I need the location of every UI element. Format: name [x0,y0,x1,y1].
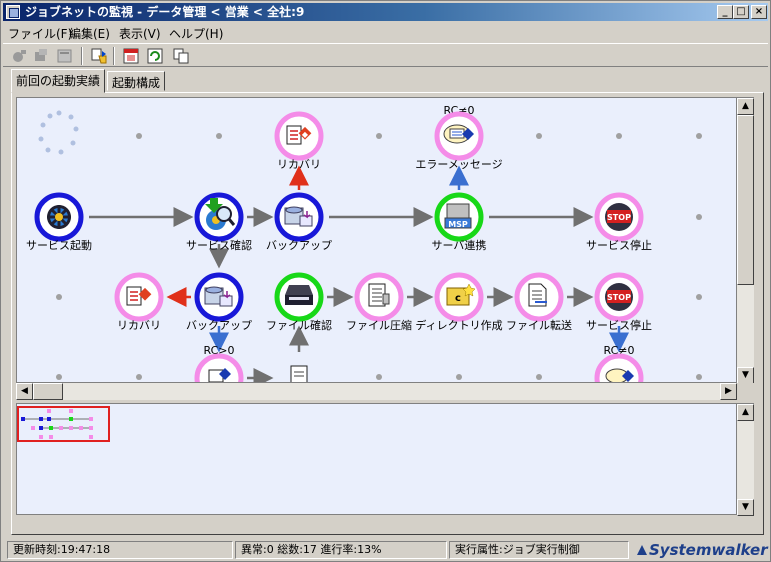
overview-map [17,406,110,442]
svg-text:MSP: MSP [448,220,468,229]
menu-view[interactable]: 表示(V) [119,25,161,42]
stop-icon: STOP [605,283,633,311]
status-counts: 異常:0 総数:17 進行率:13% [235,541,447,559]
tab-previous-run[interactable]: 前回の起動実績 [11,69,106,93]
toolbar-separator [81,47,83,65]
node-label: サービス起動 [26,238,92,252]
svg-text:◆: ◆ [302,130,309,139]
svg-text:STOP: STOP [607,213,631,222]
job-node-partial-document[interactable] [290,365,308,383]
job-node-file-check[interactable]: ファイル確認 [266,272,332,332]
minimize-button[interactable]: _ [717,5,733,19]
node-label: サービス停止 [586,318,652,332]
scroll-corner [737,383,754,400]
canvas-horizontal-scrollbar[interactable]: ◀ ▶ [16,383,737,400]
calendar-icon[interactable] [121,47,141,65]
status-updated-time: 更新時刻:19:47:18 [7,541,233,559]
properties-icon[interactable] [55,47,75,65]
node-label: サービス確認 [186,238,252,252]
job-node-partial-message-1[interactable] [194,353,244,383]
node-label: リカバリ [117,319,161,332]
window-title: ジョブネットの監視 - データ管理 < 営業 < 全社:9 [25,5,305,19]
overview-nodes [21,409,93,439]
job-node-backup-2[interactable]: バックアップ [186,272,252,332]
node-label: バックアップ [266,239,332,252]
menu-file[interactable]: ファイル(F) [8,25,72,42]
jobnet-diagram: RC≠0 RC>0 RC≠0 サービス起動 サービス確認 ◆ リカバリ バックア… [26,104,702,383]
stop-icon: STOP [605,203,633,231]
grid-dots [56,133,702,380]
app-icon[interactable] [6,5,20,19]
menu-edit[interactable]: 編集(E) [69,25,110,42]
job-node-error-message[interactable]: エラーメッセージ [415,111,503,171]
job-node-file-transfer[interactable]: ファイル転送 [506,272,572,332]
logo-mark-icon [637,545,647,555]
job-node-server-link[interactable]: MSP サーバ連携 [432,192,487,252]
job-node-service-stop-2[interactable]: STOP サービス停止 [586,272,652,332]
title-bar[interactable]: ジョブネットの監視 - データ管理 < 営業 < 全社:9 _ □ × [3,3,768,21]
document-icon [528,283,547,307]
scroll-up-button[interactable]: ▲ [737,404,754,421]
jobnet-canvas[interactable]: RC≠0 RC>0 RC≠0 サービス起動 サービス確認 ◆ リカバリ バックア… [16,97,737,383]
job-node-recovery-1[interactable]: ◆ リカバリ [274,111,324,171]
menu-help[interactable]: ヘルプ(H) [169,25,223,42]
svg-text:c: c [455,293,461,304]
node-label: ディレクトリ作成 [415,318,502,332]
msp-icon: MSP [444,203,472,229]
status-attribute: 実行属性:ジョブ実行制御 [449,541,629,559]
job-node-dir-create[interactable]: c ディレクトリ作成 [415,272,503,332]
scroll-down-button[interactable]: ▼ [737,499,754,516]
copy-icon[interactable] [171,47,191,65]
job-node-service-start[interactable]: サービス起動 [26,192,92,252]
status-bar: 更新時刻:19:47:18 異常:0 総数:17 進行率:13% 実行属性:ジョ… [3,540,768,560]
scanner-icon [285,285,313,305]
toolbar [3,43,768,67]
job-node-file-compress[interactable]: ファイル圧縮 [346,272,412,332]
systemwalker-logo: Systemwalker [635,541,768,559]
overview-pane[interactable] [16,403,737,515]
scroll-up-button[interactable]: ▲ [737,98,754,115]
job-node-backup-1[interactable]: バックアップ [266,192,332,252]
stop-job-icon[interactable] [31,47,51,65]
scroll-left-button[interactable]: ◀ [16,383,33,400]
gear-icon [47,205,71,229]
scroll-thumb[interactable] [737,115,754,285]
filter-icon[interactable] [89,47,109,65]
node-label: ファイル圧縮 [346,318,412,332]
node-label: ファイル転送 [506,318,572,332]
node-label: リカバリ [277,158,321,171]
toolbar-separator [113,47,115,65]
node-label: ファイル確認 [266,318,332,332]
scroll-down-button[interactable]: ▼ [737,367,754,384]
job-node-service-check[interactable]: サービス確認 [186,192,252,252]
job-node-service-stop-1[interactable]: STOP サービス停止 [586,192,652,252]
node-label: サーバ連携 [432,238,487,252]
main-window: ジョブネットの監視 - データ管理 < 営業 < 全社:9 _ □ × ファイル… [0,0,771,562]
maximize-button[interactable]: □ [733,5,749,19]
node-label: サービス停止 [586,238,652,252]
tab-run-config[interactable]: 起動構成 [107,71,166,91]
job-node-recovery-2[interactable]: リカバリ [114,272,164,332]
canvas-vertical-scrollbar[interactable]: ▲ ▼ [737,97,754,384]
node-label: バックアップ [186,319,252,332]
svg-text:STOP: STOP [607,293,631,302]
close-button[interactable]: × [751,5,767,19]
scroll-right-button[interactable]: ▶ [720,383,737,400]
loading-spinner-icon [38,110,79,155]
refresh-icon[interactable] [145,47,165,65]
overview-vertical-scrollbar[interactable]: ▲ ▼ [737,403,754,516]
start-job-icon[interactable] [9,47,29,65]
viewport-frame[interactable] [17,406,110,442]
scroll-thumb[interactable] [33,383,63,400]
job-node-partial-message-2[interactable] [594,353,644,383]
menu-bar: ファイル(F) 編集(E) 表示(V) ヘルプ(H) [3,23,768,41]
node-label: エラーメッセージ [415,158,502,171]
